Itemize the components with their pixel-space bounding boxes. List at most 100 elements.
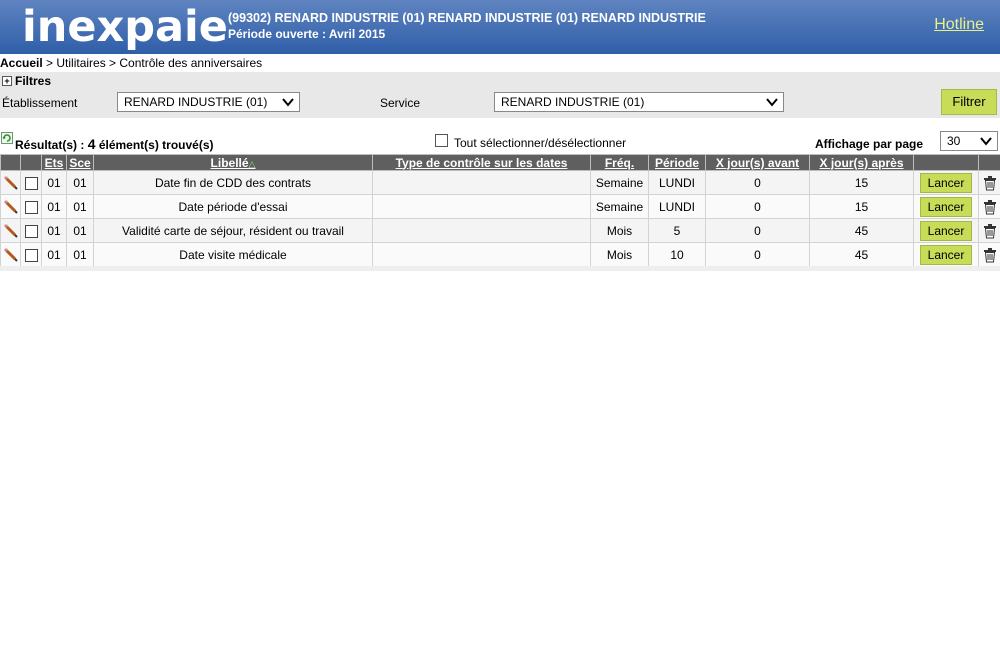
- launch-button[interactable]: Lancer: [920, 244, 972, 265]
- row-checkbox[interactable]: [24, 224, 38, 238]
- table-row: 01 01 Date période d'essai Semaine LUNDI 0 15 L…: [0, 194, 1000, 219]
- launch-button[interactable]: Lancer: [920, 220, 972, 241]
- cell-periode: 10: [648, 242, 706, 267]
- launch-button[interactable]: Lancer: [920, 172, 972, 193]
- cell-avant: 0: [705, 218, 810, 243]
- service-label: Service: [380, 96, 421, 110]
- service-select[interactable]: RENARD INDUSTRIE (01): [494, 92, 784, 112]
- cell-periode: LUNDI: [648, 194, 706, 219]
- cell-type: [372, 170, 591, 195]
- table-header-row: Ets Sce Libellé△ Type de contrôle sur le…: [0, 154, 1000, 171]
- col-periode[interactable]: Période: [648, 154, 706, 171]
- cell-sce: 01: [66, 242, 94, 267]
- trash-icon: [983, 175, 996, 190]
- table-footer: [0, 266, 1000, 271]
- chevron-down-icon: [282, 98, 294, 107]
- row-select-cell: [20, 194, 42, 219]
- open-period: Période ouverte : Avril 2015: [228, 27, 386, 41]
- edit-cell[interactable]: [0, 170, 21, 195]
- delete-cell[interactable]: [978, 170, 1000, 195]
- col-launch: [913, 154, 979, 171]
- launch-cell: Lancer: [913, 170, 979, 195]
- col-apres[interactable]: X jour(s) après: [809, 154, 914, 171]
- launch-cell: Lancer: [913, 242, 979, 267]
- select-all-checkbox[interactable]: [435, 134, 448, 147]
- col-sce[interactable]: Sce: [66, 154, 94, 171]
- filters-toggle[interactable]: + Filtres: [2, 74, 51, 88]
- cell-apres: 45: [809, 242, 914, 267]
- row-select-cell: [20, 170, 42, 195]
- results-count: Résultat(s) : 4 élément(s) trouvé(s): [15, 136, 214, 152]
- breadcrumb-home[interactable]: Accueil: [0, 56, 43, 70]
- edit-cell[interactable]: [0, 218, 21, 243]
- col-select: [20, 154, 42, 171]
- pencil-icon: [3, 175, 18, 190]
- edit-cell[interactable]: [0, 194, 21, 219]
- row-select-cell: [20, 218, 42, 243]
- col-avant[interactable]: X jour(s) avant: [705, 154, 810, 171]
- delete-cell[interactable]: [978, 218, 1000, 243]
- delete-cell[interactable]: [978, 242, 1000, 267]
- launch-button[interactable]: Lancer: [920, 196, 972, 217]
- cell-apres: 45: [809, 218, 914, 243]
- sort-asc-icon: △: [248, 158, 256, 169]
- per-page-label: Affichage par page: [815, 137, 924, 151]
- table-row: 01 01 Date visite médicale Mois 10 0 45 Lancer: [0, 242, 1000, 267]
- col-delete: [978, 154, 1000, 171]
- cell-ets: 01: [41, 170, 67, 195]
- filters-title: Filtres: [15, 74, 52, 88]
- cell-libelle: Date période d'essai: [93, 194, 373, 219]
- hotline-link[interactable]: Hotline: [934, 16, 984, 34]
- results-prefix: Résultat(s) :: [15, 138, 88, 152]
- cell-libelle: Date fin de CDD des contrats: [93, 170, 373, 195]
- cell-type: [372, 242, 591, 267]
- cell-freq: Mois: [590, 218, 649, 243]
- cell-avant: 0: [705, 170, 810, 195]
- select-all-label[interactable]: Tout sélectionner/désélectionner: [454, 136, 626, 150]
- cell-ets: 01: [41, 194, 67, 219]
- etablissement-select[interactable]: RENARD INDUSTRIE (01): [117, 92, 300, 112]
- launch-cell: Lancer: [913, 218, 979, 243]
- row-select-cell: [20, 242, 42, 267]
- col-libelle[interactable]: Libellé△: [93, 154, 373, 171]
- table-row: 01 01 Date fin de CDD des contrats Semaine L…: [0, 170, 1000, 195]
- col-ets[interactable]: Ets: [41, 154, 67, 171]
- app-logo: inexpaie: [22, 2, 228, 52]
- pencil-icon: [3, 199, 18, 214]
- results-suffix: élément(s) trouvé(s): [95, 138, 214, 152]
- row-checkbox[interactable]: [24, 176, 38, 190]
- cell-type: [372, 218, 591, 243]
- chevron-down-icon: [766, 98, 778, 107]
- app-header: inexpaie (99302) RENARD INDUSTRIE (01) R…: [0, 0, 1000, 54]
- pencil-icon: [3, 247, 18, 262]
- edit-cell[interactable]: [0, 242, 21, 267]
- anniversary-table: Ets Sce Libellé△ Type de contrôle sur le…: [0, 154, 1000, 267]
- trash-icon: [983, 199, 996, 214]
- per-page-select[interactable]: 30: [940, 131, 998, 151]
- cell-avant: 0: [705, 194, 810, 219]
- cell-type: [372, 194, 591, 219]
- row-checkbox[interactable]: [24, 248, 38, 262]
- col-freq[interactable]: Fréq.: [590, 154, 649, 171]
- etablissement-select-value: RENARD INDUSTRIE (01): [124, 95, 268, 109]
- cell-ets: 01: [41, 218, 67, 243]
- trash-icon: [983, 247, 996, 262]
- cell-periode: 5: [648, 218, 706, 243]
- cell-libelle: Validité carte de séjour, résident ou tr…: [93, 218, 373, 243]
- cell-avant: 0: [705, 242, 810, 267]
- pencil-icon: [3, 223, 18, 238]
- col-type[interactable]: Type de contrôle sur les dates: [372, 154, 591, 171]
- company-title: (99302) RENARD INDUSTRIE (01) RENARD IND…: [228, 11, 706, 25]
- row-checkbox[interactable]: [24, 200, 38, 214]
- cell-freq: Semaine: [590, 170, 649, 195]
- breadcrumb-path: > Utilitaires > Contrôle des anniversair…: [42, 56, 263, 70]
- plus-icon: +: [2, 76, 12, 86]
- refresh-icon[interactable]: [1, 132, 13, 144]
- delete-cell[interactable]: [978, 194, 1000, 219]
- trash-icon: [983, 223, 996, 238]
- filter-button[interactable]: Filtrer: [941, 89, 997, 115]
- cell-sce: 01: [66, 194, 94, 219]
- cell-ets: 01: [41, 242, 67, 267]
- chevron-down-icon: [980, 137, 992, 146]
- cell-apres: 15: [809, 194, 914, 219]
